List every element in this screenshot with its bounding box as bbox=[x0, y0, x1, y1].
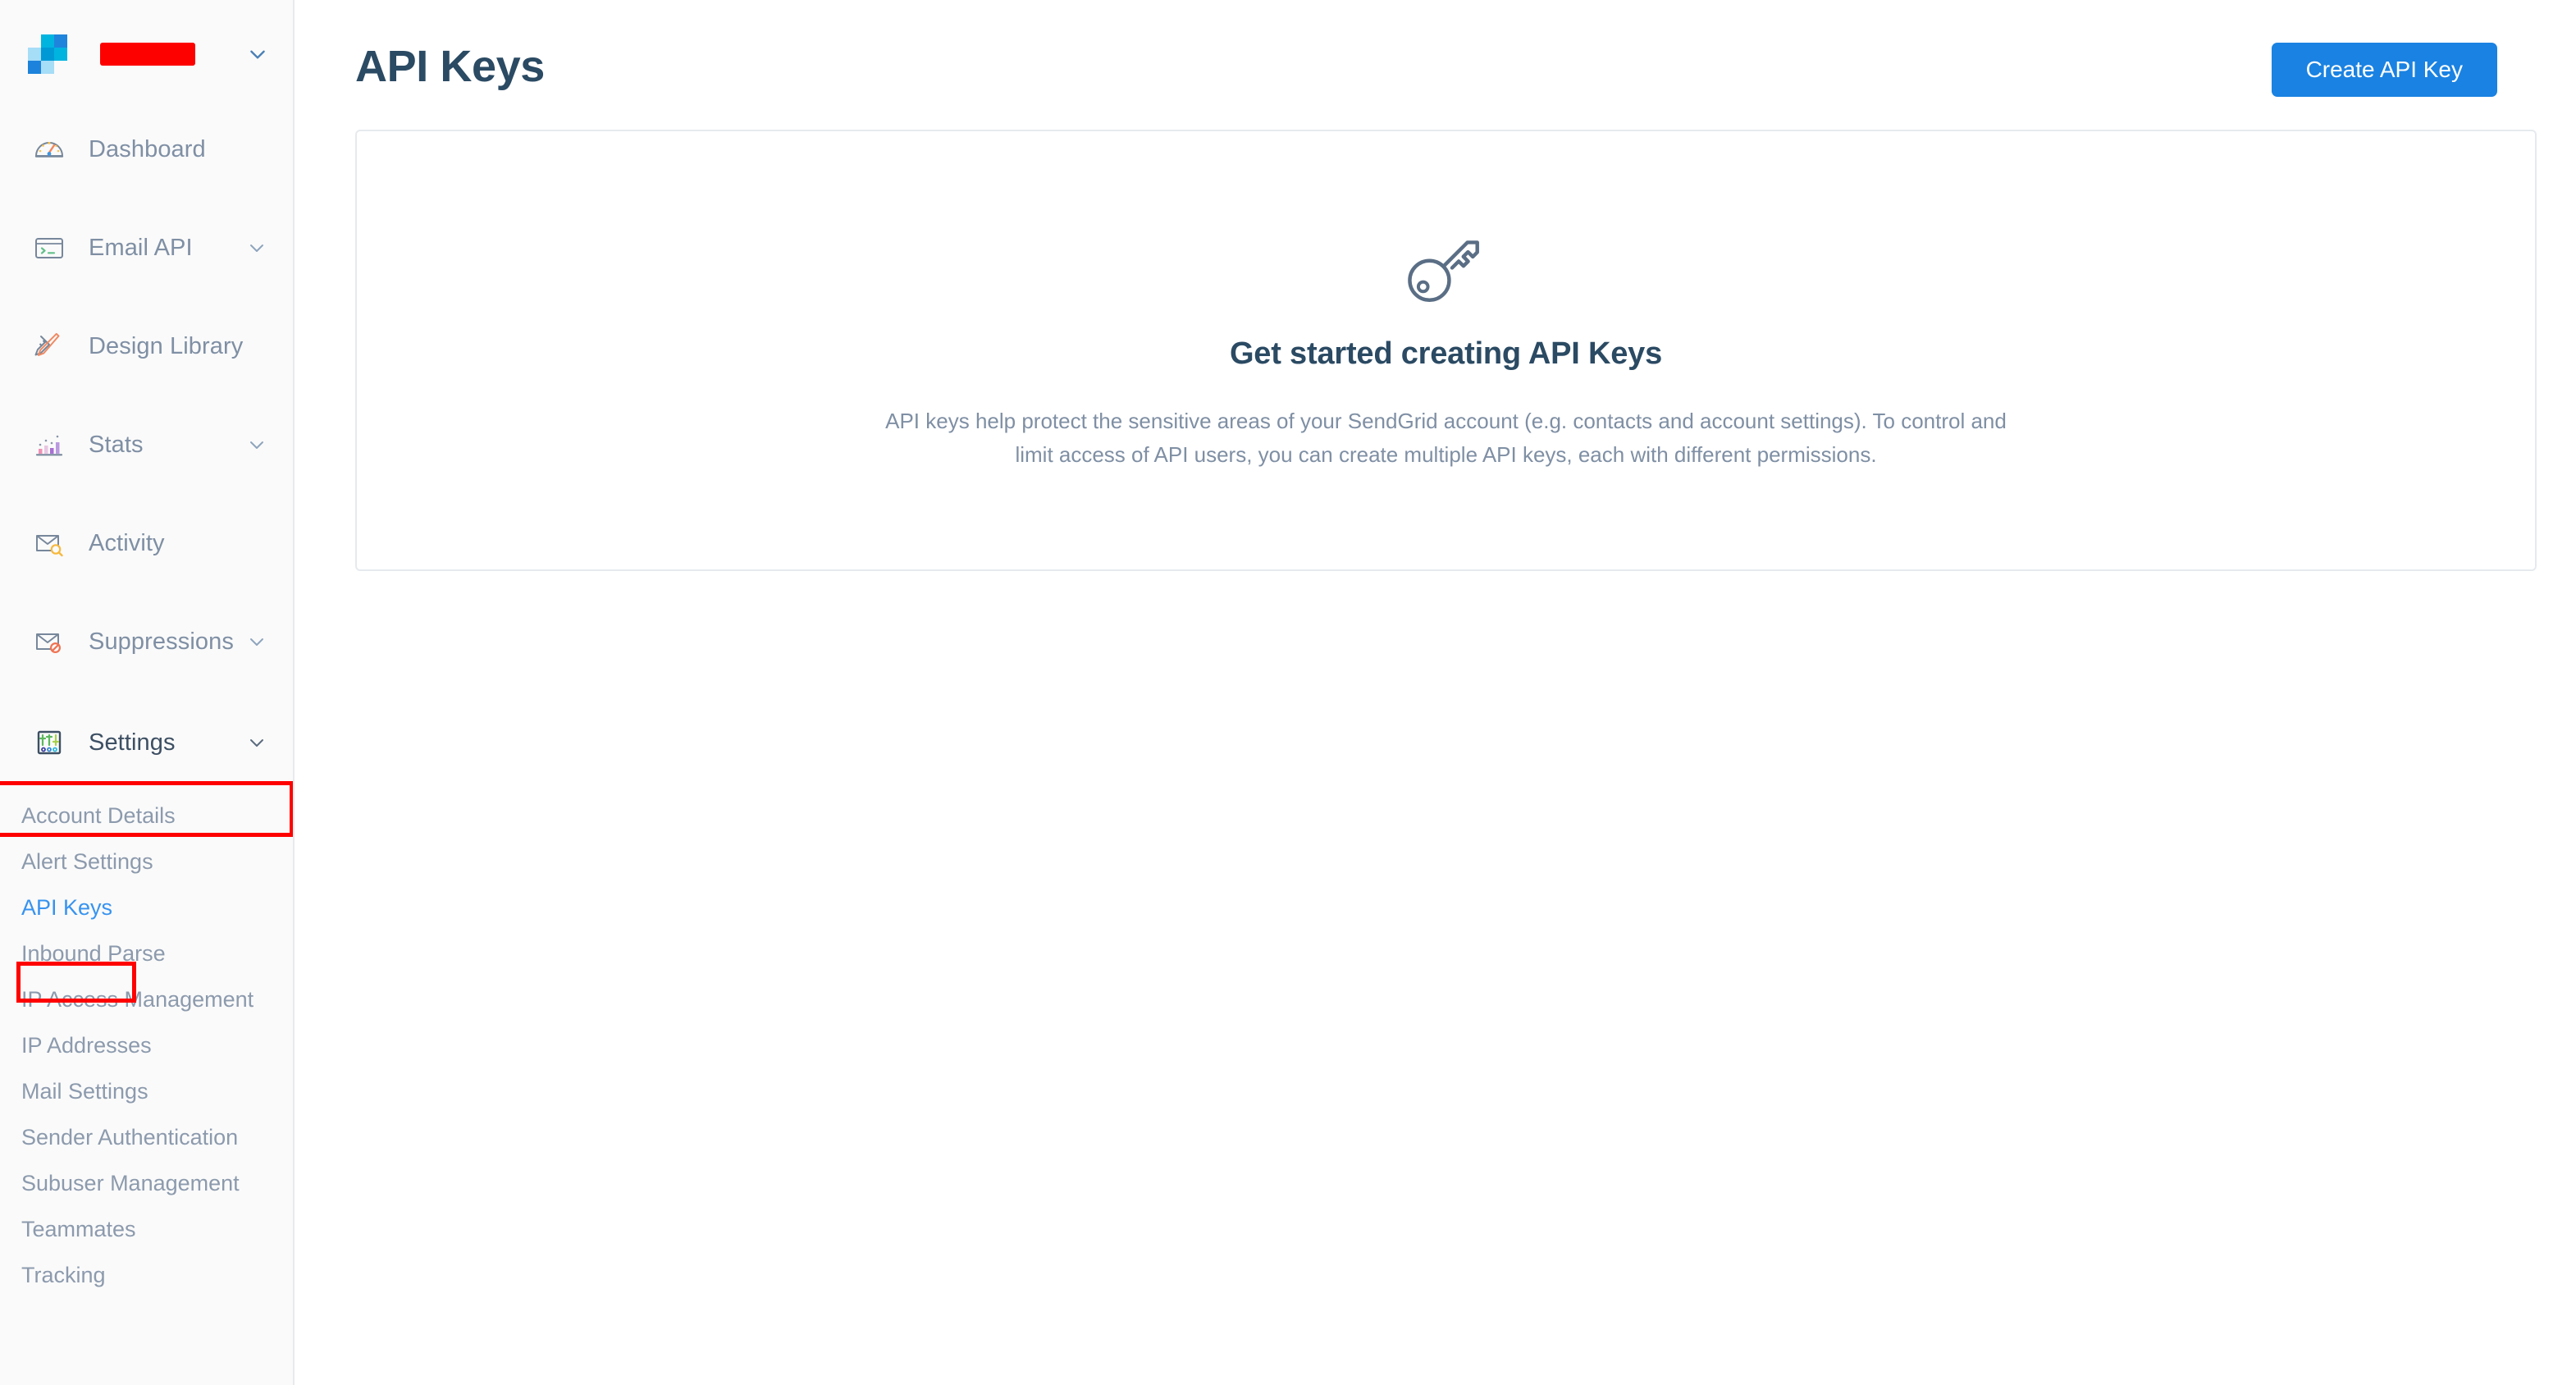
sidebar-item-subuser-management[interactable]: Subuser Management bbox=[0, 1160, 293, 1206]
envelope-blocked-icon bbox=[31, 624, 67, 660]
sidebar-item-label: Suppressions bbox=[89, 628, 234, 655]
subnav-label: Mail Settings bbox=[21, 1078, 148, 1104]
sidebar-item-sender-authentication[interactable]: Sender Authentication bbox=[0, 1114, 293, 1160]
sidebar: Dashboard Email API Design Library Stats… bbox=[0, 0, 295, 1385]
subnav-label: Sender Authentication bbox=[21, 1124, 239, 1150]
sidebar-item-stats[interactable]: Stats bbox=[0, 420, 293, 469]
subnav-label: Account Details bbox=[21, 802, 176, 828]
sidebar-item-account-details[interactable]: Account Details bbox=[0, 793, 293, 839]
sendgrid-logo bbox=[28, 34, 67, 74]
sidebar-item-ip-addresses[interactable]: IP Addresses bbox=[0, 1022, 293, 1068]
key-icon bbox=[1407, 240, 1479, 303]
sidebar-item-label: Activity bbox=[89, 529, 165, 556]
empty-state-title: Get started creating API Keys bbox=[1229, 336, 1663, 372]
subnav-label: Alert Settings bbox=[21, 848, 153, 874]
sidebar-item-suppressions[interactable]: Suppressions bbox=[0, 617, 293, 666]
sidebar-item-email-api[interactable]: Email API bbox=[0, 223, 293, 272]
sidebar-item-inbound-parse[interactable]: Inbound Parse bbox=[0, 930, 293, 976]
page-header: API Keys Create API Key bbox=[295, 0, 2576, 97]
dashboard-gauge-icon bbox=[31, 131, 67, 167]
subnav-label: Inbound Parse bbox=[21, 940, 166, 966]
subnav-label: API Keys bbox=[21, 894, 113, 920]
create-api-key-button[interactable]: Create API Key bbox=[2271, 43, 2497, 97]
sidebar-item-label: Dashboard bbox=[89, 135, 206, 162]
subnav-label: Subuser Management bbox=[21, 1170, 240, 1195]
chevron-down-icon[interactable] bbox=[247, 238, 267, 258]
empty-state-description: API keys help protect the sensitive area… bbox=[885, 409, 2007, 467]
app-root: Dashboard Email API Design Library Stats… bbox=[0, 0, 2576, 1385]
chevron-down-icon[interactable] bbox=[247, 43, 268, 65]
pencil-ruler-icon bbox=[31, 328, 67, 364]
sidebar-item-dashboard[interactable]: Dashboard bbox=[0, 125, 293, 174]
sidebar-item-api-keys[interactable]: API Keys bbox=[0, 884, 293, 930]
chevron-down-icon[interactable] bbox=[247, 733, 267, 752]
sidebar-item-alert-settings[interactable]: Alert Settings bbox=[0, 839, 293, 884]
subnav-label: Tracking bbox=[21, 1262, 106, 1287]
envelope-search-icon bbox=[31, 525, 67, 561]
sidebar-item-settings[interactable]: Settings bbox=[0, 715, 293, 770]
primary-navigation: Dashboard Email API Design Library Stats… bbox=[0, 108, 293, 1298]
account-name-redacted bbox=[100, 43, 195, 66]
sidebar-item-teammates[interactable]: Teammates bbox=[0, 1206, 293, 1252]
subnav-label: IP Access Management bbox=[21, 986, 254, 1012]
bar-chart-icon bbox=[31, 427, 67, 463]
page-title: API Keys bbox=[355, 42, 545, 91]
sidebar-item-label: Stats bbox=[89, 431, 144, 458]
account-switcher[interactable] bbox=[0, 0, 293, 108]
settings-submenu: Account Details Alert Settings API Keys … bbox=[0, 770, 293, 1298]
sliders-icon bbox=[31, 724, 67, 761]
subnav-label: Teammates bbox=[21, 1216, 136, 1241]
sidebar-item-mail-settings[interactable]: Mail Settings bbox=[0, 1068, 293, 1114]
chevron-down-icon[interactable] bbox=[247, 632, 267, 651]
sidebar-item-label: Settings bbox=[89, 729, 176, 756]
sidebar-item-ip-access-management[interactable]: IP Access Management bbox=[0, 976, 293, 1022]
api-keys-empty-state-card: Get started creating API Keys API keys h… bbox=[355, 130, 2537, 571]
sidebar-item-label: Design Library bbox=[89, 332, 244, 359]
main-content: API Keys Create API Key Get started crea… bbox=[295, 0, 2576, 1385]
chevron-down-icon[interactable] bbox=[247, 435, 267, 455]
sidebar-item-design-library[interactable]: Design Library bbox=[0, 322, 293, 371]
sidebar-item-activity[interactable]: Activity bbox=[0, 519, 293, 568]
terminal-window-icon bbox=[31, 230, 67, 266]
sidebar-item-label: Email API bbox=[89, 234, 193, 261]
sidebar-item-tracking[interactable]: Tracking bbox=[0, 1252, 293, 1298]
subnav-label: IP Addresses bbox=[21, 1032, 152, 1058]
